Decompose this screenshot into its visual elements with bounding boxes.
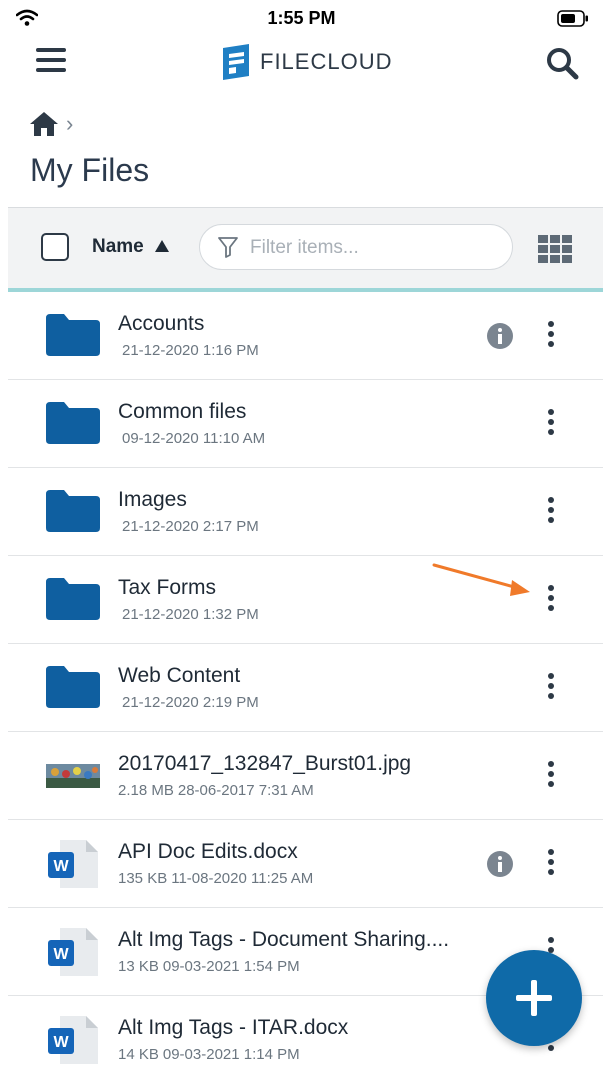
- file-meta: 21-12-2020 2:17 PM: [118, 518, 263, 535]
- file-name: API Doc Edits.docx: [118, 840, 298, 863]
- file-date: 21-12-2020 1:16 PM: [122, 342, 259, 359]
- more-options-icon[interactable]: [545, 497, 557, 527]
- file-name: Alt Img Tags - Document Sharing....: [118, 928, 450, 951]
- file-size: 13 KB: [118, 958, 159, 975]
- svg-text:W: W: [53, 1034, 69, 1051]
- list-item[interactable]: Images 21-12-2020 2:17 PM: [8, 468, 603, 556]
- more-options-icon[interactable]: [545, 849, 557, 879]
- file-meta: 135 KB 11-08-2020 11:25 AM: [118, 870, 317, 887]
- list-item[interactable]: Web Content 21-12-2020 2:19 PM: [8, 644, 603, 732]
- file-meta: 21-12-2020 1:32 PM: [118, 606, 263, 623]
- file-name: Images: [118, 488, 187, 511]
- info-icon[interactable]: [486, 850, 514, 878]
- more-options-icon[interactable]: [545, 585, 557, 615]
- grid-view-icon[interactable]: [538, 235, 572, 263]
- menu-icon[interactable]: [36, 48, 66, 74]
- sort-ascending-icon[interactable]: [154, 239, 170, 253]
- more-options-icon[interactable]: [545, 761, 557, 791]
- file-date: 28-06-2017 7:31 AM: [177, 782, 314, 799]
- file-date: 09-03-2021 1:54 PM: [162, 958, 300, 975]
- word-document-icon: W: [48, 1016, 98, 1064]
- word-document-icon: W: [48, 840, 98, 888]
- file-name: Accounts: [118, 312, 205, 335]
- select-all-checkbox[interactable]: [41, 233, 69, 261]
- sort-by-name[interactable]: Name: [92, 236, 144, 258]
- filecloud-logo: FILECLOUD: [220, 40, 392, 84]
- info-icon[interactable]: [486, 322, 514, 350]
- file-meta: 14 KB 09-03-2021 1:14 PM: [118, 1046, 304, 1063]
- more-options-icon[interactable]: [545, 409, 557, 439]
- breadcrumb: ›: [28, 108, 73, 140]
- list-item[interactable]: W API Doc Edits.docx 135 KB 11-08-2020 11…: [8, 820, 603, 908]
- file-meta: 09-12-2020 11:10 AM: [118, 430, 269, 447]
- filecloud-logo-icon: [223, 44, 249, 80]
- filter-input[interactable]: [248, 234, 492, 262]
- folder-icon: [46, 490, 100, 532]
- file-name: Tax Forms: [118, 576, 217, 599]
- file-size: 2.18 MB: [118, 782, 174, 799]
- app-header: FILECLOUD: [0, 36, 603, 92]
- file-date: 21-12-2020 2:17 PM: [122, 518, 259, 535]
- list-item[interactable]: 20170417_132847_Burst01.jpg 2.18 MB 28-06…: [8, 732, 603, 820]
- home-icon[interactable]: [28, 110, 60, 138]
- status-bar: 1:55 PM: [0, 0, 603, 36]
- status-time: 1:55 PM: [267, 8, 336, 28]
- folder-icon: [46, 314, 100, 356]
- logo-text: FILECLOUD: [260, 49, 393, 74]
- file-size: 14 KB: [118, 1046, 159, 1063]
- annotation-arrow-icon: [432, 563, 530, 596]
- file-meta: 13 KB 09-03-2021 1:54 PM: [118, 958, 304, 975]
- filter-icon: [218, 237, 238, 258]
- file-size: 135 KB: [118, 870, 168, 887]
- more-options-icon[interactable]: [545, 321, 557, 351]
- chevron-right-icon: ›: [66, 111, 74, 136]
- word-document-icon: W: [48, 928, 98, 976]
- file-date: 09-12-2020 11:10 AM: [122, 430, 266, 447]
- list-item[interactable]: Accounts 21-12-2020 1:16 PM: [8, 292, 603, 380]
- file-meta: 21-12-2020 2:19 PM: [118, 694, 263, 711]
- more-options-icon[interactable]: [545, 673, 557, 703]
- file-meta: 2.18 MB 28-06-2017 7:31 AM: [118, 782, 318, 799]
- folder-icon: [46, 402, 100, 444]
- add-button[interactable]: [486, 950, 582, 1046]
- folder-icon: [46, 578, 100, 620]
- file-name: Web Content: [118, 664, 241, 687]
- svg-text:W: W: [53, 946, 69, 963]
- file-name: Common files: [118, 400, 247, 423]
- file-name: Alt Img Tags - ITAR.docx: [118, 1016, 349, 1039]
- svg-text:W: W: [53, 858, 69, 875]
- file-date: 21-12-2020 1:32 PM: [122, 606, 259, 623]
- page-title: My Files: [30, 152, 150, 188]
- search-icon[interactable]: [545, 46, 579, 80]
- image-thumbnail-icon: [46, 764, 100, 788]
- file-date: 21-12-2020 2:19 PM: [122, 694, 259, 711]
- folder-icon: [46, 666, 100, 708]
- list-item[interactable]: Common files 09-12-2020 11:10 AM: [8, 380, 603, 468]
- file-date: 11-08-2020 11:25 AM: [171, 870, 314, 887]
- file-meta: 21-12-2020 1:16 PM: [118, 342, 263, 359]
- list-toolbar: Name: [8, 207, 603, 288]
- battery-icon: [557, 10, 588, 27]
- file-name: 20170417_132847_Burst01.jpg: [118, 752, 412, 775]
- file-date: 09-03-2021 1:14 PM: [162, 1046, 300, 1063]
- filter-box[interactable]: [199, 224, 513, 270]
